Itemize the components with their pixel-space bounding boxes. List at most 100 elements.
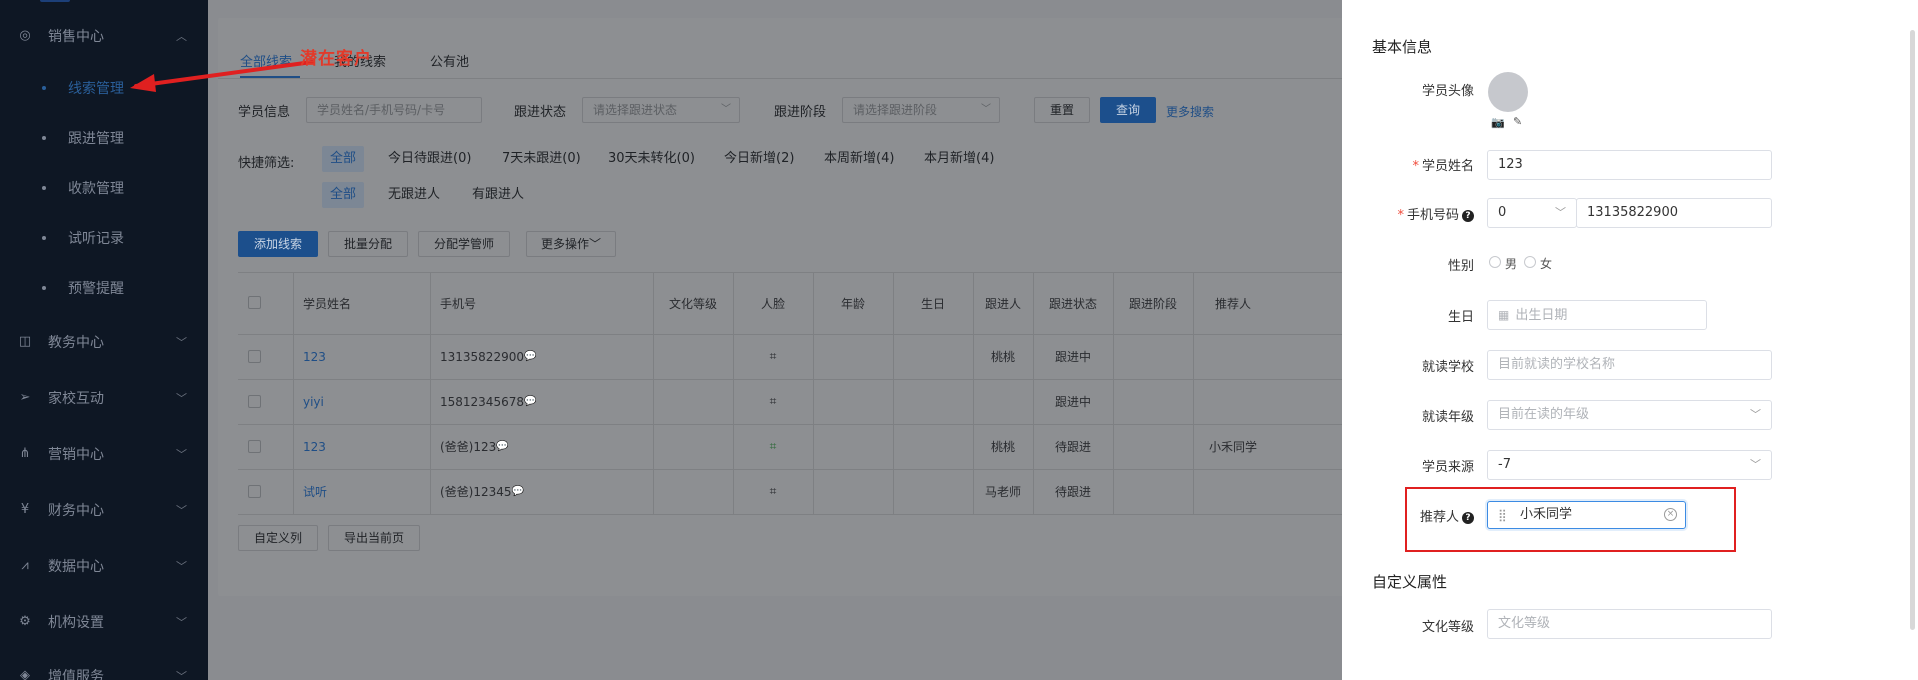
header-follow-stage[interactable]: 跟进阶段: [1113, 272, 1193, 334]
face-scan-icon[interactable]: ⌗: [733, 469, 813, 514]
tabs-divider: [218, 78, 1348, 79]
header-culture-level[interactable]: 文化等级: [653, 272, 733, 334]
header-face[interactable]: 人脸: [733, 272, 813, 334]
row-checkbox[interactable]: [248, 395, 261, 408]
drawer-scrollbar[interactable]: [1910, 30, 1915, 630]
birthday-placeholder: 出生日期: [1515, 308, 1568, 323]
avatar[interactable]: [1488, 72, 1528, 112]
chevron-down-icon: ﹀: [176, 392, 187, 405]
face-scan-icon[interactable]: ⌗: [733, 379, 813, 424]
header-student-name[interactable]: 学员姓名: [293, 272, 430, 334]
sidebar-item-alerts[interactable]: 预警提醒: [0, 268, 208, 308]
required-mark: *: [1412, 159, 1419, 174]
student-name-label-text: 学员姓名: [1421, 159, 1474, 174]
chevron-up-icon: ︿: [176, 30, 187, 43]
gear-icon: ⚙: [19, 614, 31, 629]
chat-icon[interactable]: 💬: [524, 396, 536, 407]
chat-icon[interactable]: 💬: [512, 486, 524, 497]
sidebar-logo: [40, 0, 70, 2]
header-age[interactable]: 年龄: [813, 272, 893, 334]
menu-group-label: 教务中心: [48, 335, 104, 351]
follow-stage-select[interactable]: 请选择跟进阶段 ﹀: [842, 97, 1000, 123]
export-page-button[interactable]: 导出当前页: [328, 525, 420, 551]
phone-prefix-value: 0: [1498, 205, 1507, 220]
menu-group-home-school[interactable]: ➢ 家校互动 ﹀: [0, 378, 208, 418]
quick-filter-month-new[interactable]: 本月新增(4): [916, 146, 1002, 172]
quick-filter-no-follower[interactable]: 无跟进人: [380, 182, 448, 208]
chat-icon[interactable]: 💬: [524, 351, 536, 362]
quick-filter-week-new[interactable]: 本周新增(4): [816, 146, 902, 172]
chevron-down-icon: ﹀: [176, 616, 187, 629]
student-name-link[interactable]: 123: [303, 424, 326, 469]
header-follow-status[interactable]: 跟进状态: [1033, 272, 1113, 334]
query-button[interactable]: 查询: [1100, 97, 1156, 123]
row-checkbox[interactable]: [248, 350, 261, 363]
calendar-icon: ▦: [1498, 308, 1510, 322]
sidebar-item-followup[interactable]: 跟进管理: [0, 118, 208, 158]
quick-filter-today-pending[interactable]: 今日待跟进(0): [380, 146, 479, 172]
follow-status-select[interactable]: 请选择跟进状态 ﹀: [582, 97, 740, 123]
referrer-value: 小禾同学: [1520, 507, 1573, 522]
row-checkbox[interactable]: [248, 440, 261, 453]
sidebar-item-label: 收款管理: [68, 181, 124, 197]
header-phone[interactable]: 手机号: [430, 272, 653, 334]
student-name-input[interactable]: 123: [1487, 150, 1772, 180]
referrer-input[interactable]: ⣿ 小禾同学 ×: [1487, 501, 1686, 529]
quick-filter-30days[interactable]: 30天未转化(0): [600, 146, 703, 172]
student-search-input[interactable]: 学员姓名/手机号码/卡号: [306, 97, 482, 123]
culture-level-input[interactable]: 文化等级: [1487, 609, 1772, 639]
menu-group-finance[interactable]: ¥ 财务中心 ﹀: [0, 490, 208, 530]
quick-filter-has-follower[interactable]: 有跟进人: [464, 182, 532, 208]
avatar-label: 学员头像: [1421, 84, 1474, 99]
row-checkbox[interactable]: [248, 485, 261, 498]
quick-filter-today-new[interactable]: 今日新增(2): [716, 146, 802, 172]
gender-female-radio[interactable]: [1524, 256, 1536, 268]
sidebar-item-label: 试听记录: [68, 231, 124, 247]
menu-group-marketing[interactable]: ⋔ 营销中心 ﹀: [0, 434, 208, 474]
assign-tutor-button[interactable]: 分配学管师: [418, 231, 510, 257]
grade-select[interactable]: 目前在读的年级 ﹀: [1487, 400, 1772, 430]
sidebar-item-payments[interactable]: 收款管理: [0, 168, 208, 208]
help-icon[interactable]: ?: [1462, 512, 1474, 524]
batch-assign-button[interactable]: 批量分配: [328, 231, 408, 257]
custom-columns-button[interactable]: 自定义列: [238, 525, 318, 551]
tab-public-pool[interactable]: 公有池: [430, 51, 469, 70]
phone-input[interactable]: 13135822900: [1576, 198, 1772, 228]
help-icon[interactable]: ?: [1462, 210, 1474, 222]
birthday-picker[interactable]: ▦ 出生日期: [1487, 300, 1707, 330]
student-name-link[interactable]: 123: [303, 334, 326, 379]
quick-filter-all[interactable]: 全部: [322, 146, 365, 172]
face-scan-icon[interactable]: ⌗: [733, 334, 813, 379]
camera-icon[interactable]: 📷: [1491, 116, 1505, 129]
add-lead-button[interactable]: 添加线索: [238, 231, 318, 257]
school-input[interactable]: 目前就读的学校名称: [1487, 350, 1772, 380]
select-all-checkbox[interactable]: [248, 296, 261, 309]
menu-group-data[interactable]: ⩘ 数据中心 ﹀: [0, 546, 208, 586]
menu-group-settings[interactable]: ⚙ 机构设置 ﹀: [0, 602, 208, 642]
status-cell: 跟进中: [1054, 350, 1091, 364]
header-referrer[interactable]: 推荐人: [1193, 272, 1273, 334]
sidebar-item-label: 线索管理: [68, 81, 124, 97]
more-actions-button[interactable]: 更多操作﹀: [526, 231, 616, 257]
header-follower[interactable]: 跟进人: [973, 272, 1033, 334]
menu-group-value-added[interactable]: ◈ 增值服务 ﹀: [0, 656, 208, 680]
quick-filter-all-follower[interactable]: 全部: [322, 182, 365, 208]
face-scan-icon[interactable]: ⌗: [733, 424, 813, 469]
reset-button[interactable]: 重置: [1034, 97, 1090, 123]
student-name-link[interactable]: 试听: [303, 469, 327, 514]
student-name-link[interactable]: yiyi: [303, 379, 324, 424]
referrer-cell: 小禾同学: [1208, 440, 1257, 454]
clear-icon[interactable]: ×: [1664, 508, 1677, 521]
more-search-link[interactable]: 更多搜索: [1166, 103, 1214, 120]
more-actions-label: 更多操作: [540, 237, 589, 251]
source-select[interactable]: -7 ﹀: [1487, 450, 1772, 480]
sidebar-item-trials[interactable]: 试听记录: [0, 218, 208, 258]
menu-group-label: 销售中心: [48, 29, 104, 45]
header-birthday[interactable]: 生日: [893, 272, 973, 334]
edit-icon[interactable]: ✎: [1513, 115, 1522, 128]
chat-icon[interactable]: 💬: [496, 441, 508, 452]
quick-filter-7days[interactable]: 7天未跟进(0): [494, 146, 589, 172]
phone-prefix-select[interactable]: 0 ﹀: [1487, 198, 1577, 228]
menu-group-academic[interactable]: ◫ 教务中心 ﹀: [0, 322, 208, 362]
gender-male-radio[interactable]: [1489, 256, 1501, 268]
